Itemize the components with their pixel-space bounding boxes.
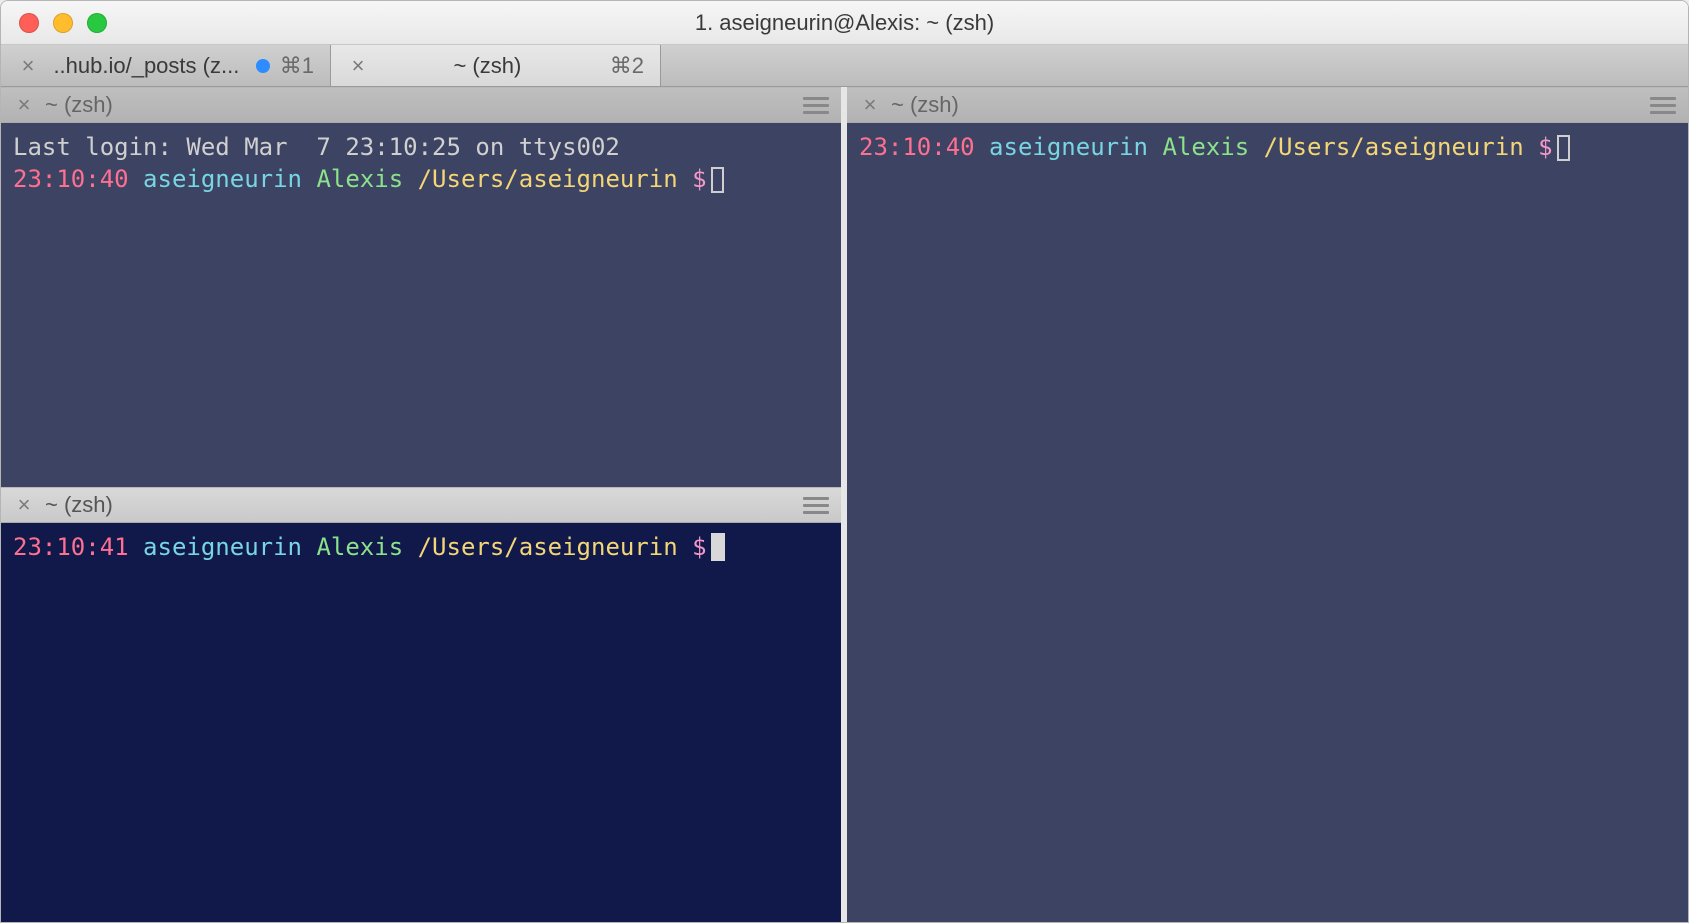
cursor-icon xyxy=(1557,135,1570,161)
prompt-user: aseigneurin xyxy=(143,533,302,561)
tab-label: ..hub.io/_posts (z... xyxy=(45,53,248,79)
prompt-symbol: $ xyxy=(1538,133,1552,161)
zoom-window-button[interactable] xyxy=(87,13,107,33)
prompt-symbol: $ xyxy=(692,533,706,561)
titlebar: 1. aseigneurin@Alexis: ~ (zsh) xyxy=(1,1,1688,45)
minimize-window-button[interactable] xyxy=(53,13,73,33)
close-pane-icon[interactable]: × xyxy=(859,94,881,116)
window-title: 1. aseigneurin@Alexis: ~ (zsh) xyxy=(1,10,1688,36)
hamburger-icon[interactable] xyxy=(803,497,829,514)
pane-top-left: × ~ (zsh) Last login: Wed Mar 7 23:10:25… xyxy=(1,87,841,487)
prompt-symbol: $ xyxy=(692,165,706,193)
close-tab-icon[interactable]: × xyxy=(347,55,369,77)
tab-shortcut: ⌘2 xyxy=(610,53,644,79)
pane-header[interactable]: × ~ (zsh) xyxy=(847,87,1688,123)
tab-1[interactable]: × ..hub.io/_posts (z... ⌘1 xyxy=(1,45,331,86)
hamburger-icon[interactable] xyxy=(1650,97,1676,114)
last-login-line: Last login: Wed Mar 7 23:10:25 on ttys00… xyxy=(13,133,620,161)
tab-2[interactable]: × ~ (zsh) ⌘2 xyxy=(331,45,661,86)
terminal-window: 1. aseigneurin@Alexis: ~ (zsh) × ..hub.i… xyxy=(0,0,1689,923)
close-window-button[interactable] xyxy=(19,13,39,33)
pane-title: ~ (zsh) xyxy=(891,92,1650,118)
prompt-path: /Users/aseigneurin xyxy=(418,165,678,193)
terminal-body[interactable]: 23:10:40 aseigneurin Alexis /Users/aseig… xyxy=(847,123,1688,922)
cursor-icon xyxy=(711,533,725,561)
modified-indicator-icon xyxy=(256,59,270,73)
close-pane-icon[interactable]: × xyxy=(13,494,35,516)
pane-title: ~ (zsh) xyxy=(45,492,803,518)
pane-container: × ~ (zsh) Last login: Wed Mar 7 23:10:25… xyxy=(1,87,1688,922)
prompt-path: /Users/aseigneurin xyxy=(418,533,678,561)
pane-title: ~ (zsh) xyxy=(45,92,803,118)
cursor-icon xyxy=(711,167,724,193)
terminal-body[interactable]: 23:10:41 aseigneurin Alexis /Users/aseig… xyxy=(1,523,841,922)
prompt-time: 23:10:40 xyxy=(859,133,975,161)
pane-header[interactable]: × ~ (zsh) xyxy=(1,87,841,123)
prompt-path: /Users/aseigneurin xyxy=(1264,133,1524,161)
prompt-user: aseigneurin xyxy=(989,133,1148,161)
hamburger-icon[interactable] xyxy=(803,97,829,114)
tab-bar: × ..hub.io/_posts (z... ⌘1 × ~ (zsh) ⌘2 xyxy=(1,45,1688,87)
tab-shortcut: ⌘1 xyxy=(280,53,314,79)
prompt-time: 23:10:40 xyxy=(13,165,129,193)
close-tab-icon[interactable]: × xyxy=(17,55,39,77)
prompt-host: Alexis xyxy=(1162,133,1249,161)
pane-bottom-left: × ~ (zsh) 23:10:41 aseigneurin Alexis /U… xyxy=(1,487,841,922)
prompt-host: Alexis xyxy=(316,165,403,193)
prompt-time: 23:10:41 xyxy=(13,533,129,561)
traffic-lights xyxy=(1,13,107,33)
close-pane-icon[interactable]: × xyxy=(13,94,35,116)
prompt-user: aseigneurin xyxy=(143,165,302,193)
pane-right: × ~ (zsh) 23:10:40 aseigneurin Alexis /U… xyxy=(847,87,1688,922)
terminal-body[interactable]: Last login: Wed Mar 7 23:10:25 on ttys00… xyxy=(1,123,841,487)
pane-header[interactable]: × ~ (zsh) xyxy=(1,487,841,523)
prompt-host: Alexis xyxy=(316,533,403,561)
tab-label: ~ (zsh) xyxy=(375,53,600,79)
